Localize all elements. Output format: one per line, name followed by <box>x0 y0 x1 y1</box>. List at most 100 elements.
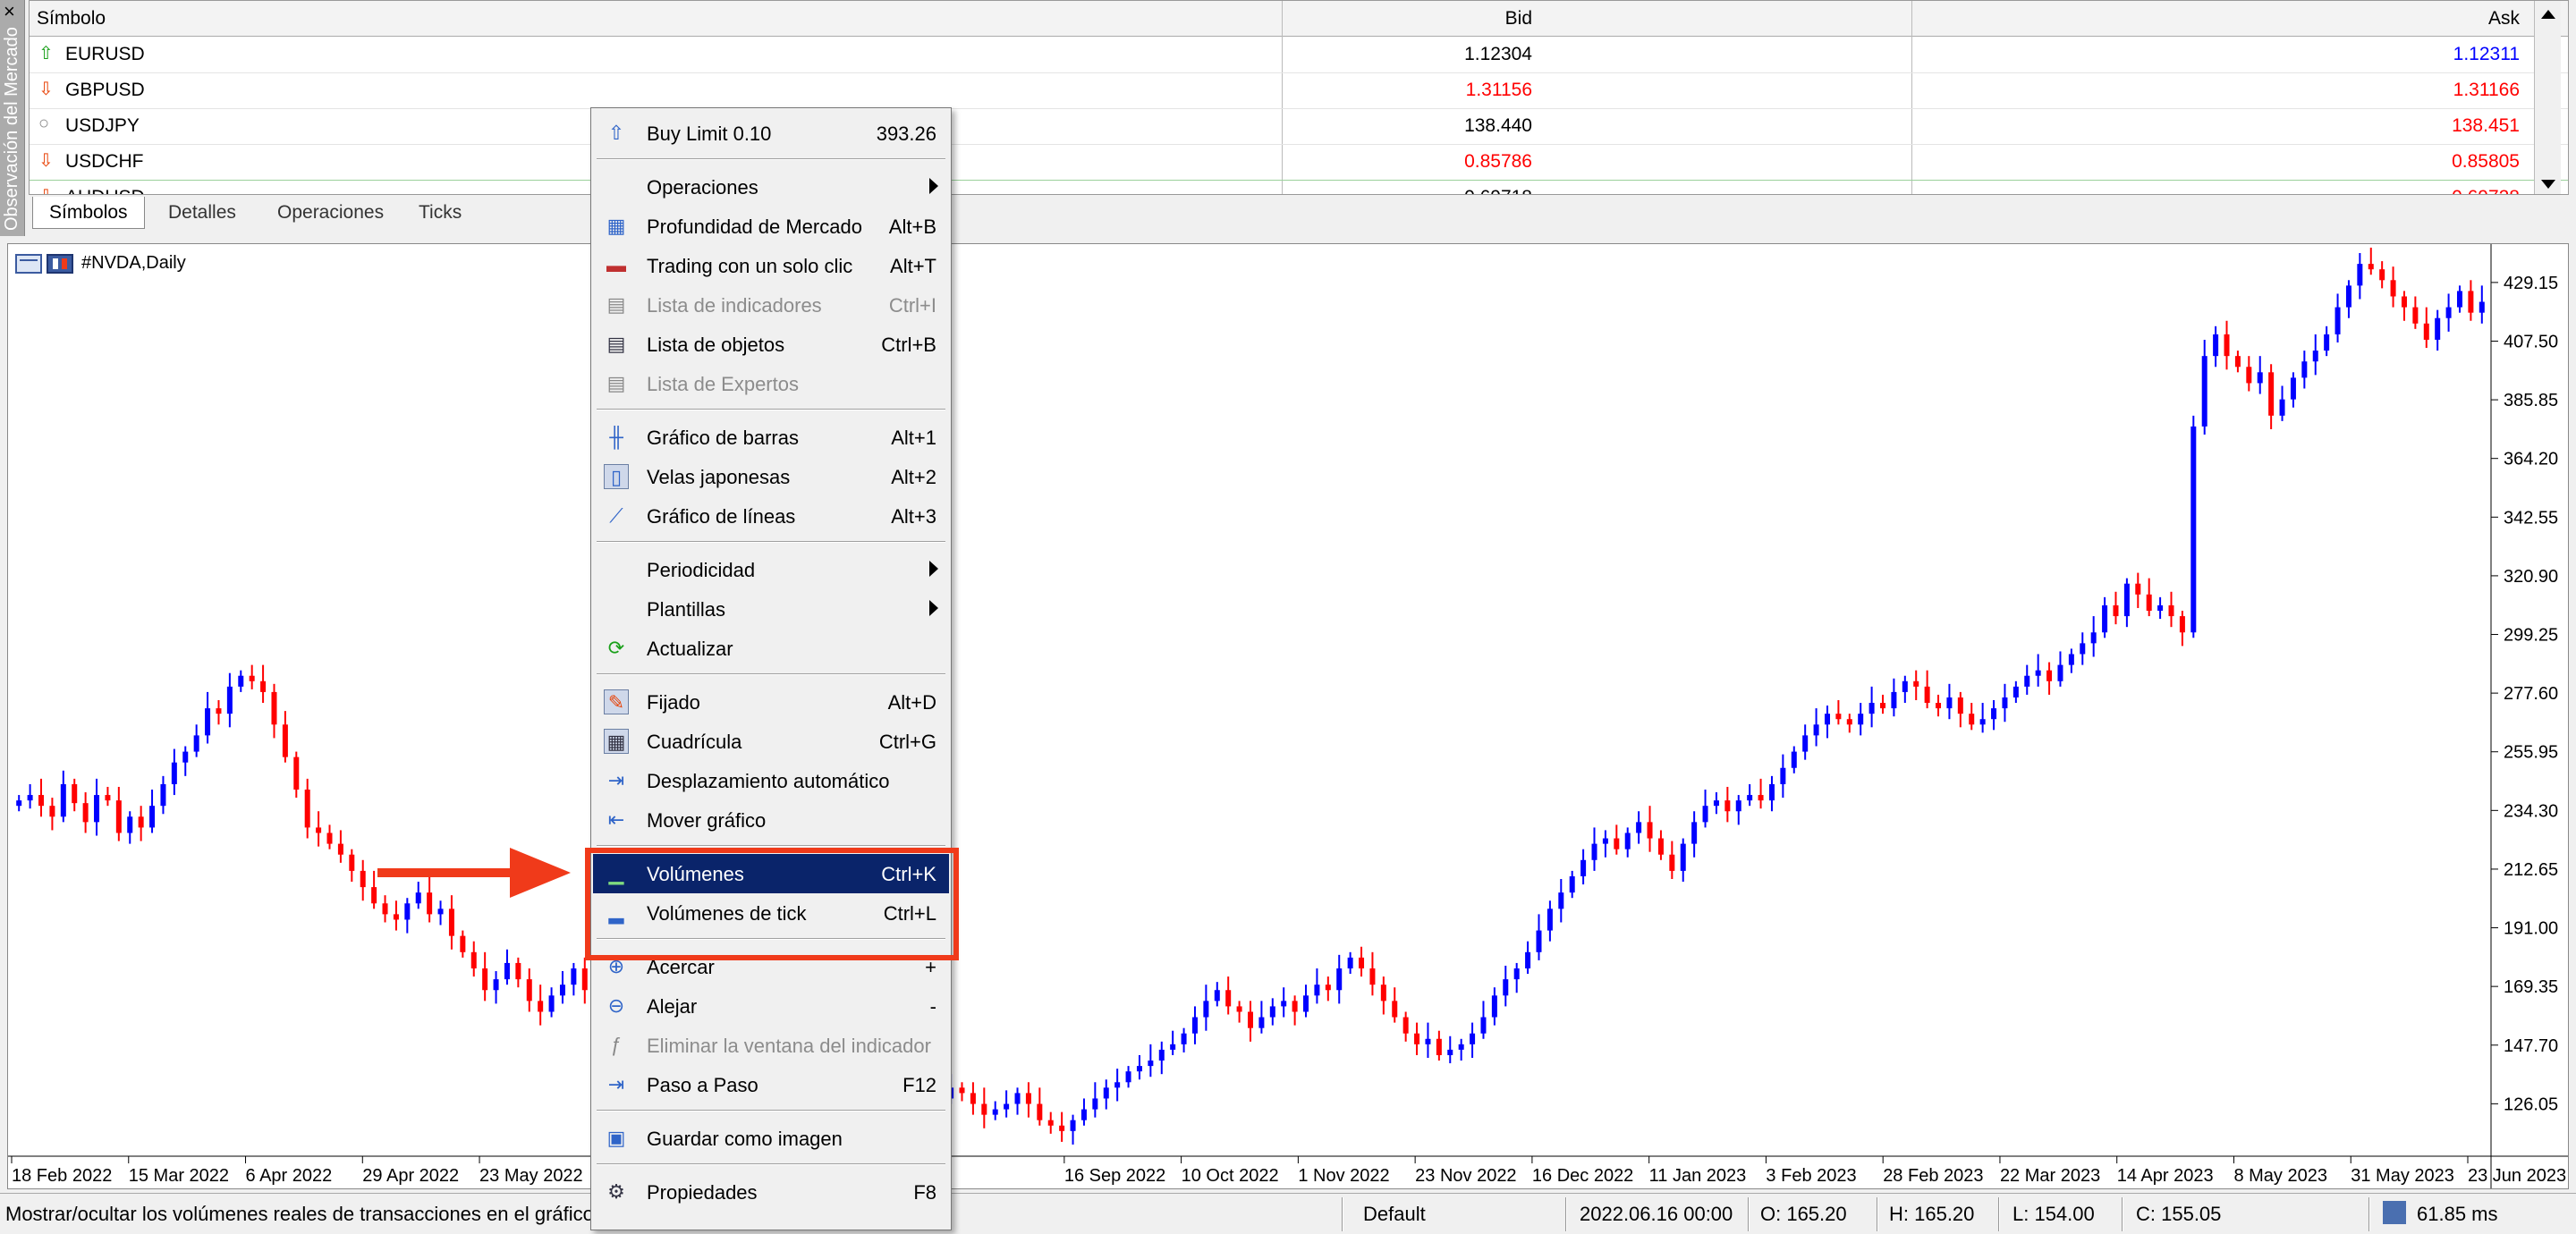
candle-body <box>2379 269 2385 281</box>
tab-symbols[interactable]: Símbolos <box>32 197 145 229</box>
tab-ticks[interactable]: Ticks <box>402 197 478 229</box>
symbol-cell: USDJPY <box>65 115 140 136</box>
menu-item-label: Trading con un solo clic <box>647 255 853 277</box>
candle-body <box>515 962 521 980</box>
menu-item-alejar[interactable]: ⊖ Alejar - <box>593 986 949 1026</box>
candle-body <box>2334 307 2341 334</box>
status-ping: 61.85 ms <box>2417 1203 2498 1225</box>
candle-body <box>981 1103 987 1115</box>
candle-body <box>2123 583 2130 617</box>
market-watch-vertical-title: Observación del Mercado <box>2 27 21 231</box>
menu-item-propiedades[interactable]: ⚙ Propiedades F8 <box>593 1172 949 1212</box>
candle-body <box>538 1001 544 1012</box>
market-depth-icon: ▦ <box>606 215 626 237</box>
menu-item-lista-de-objetos[interactable]: ▤ Lista de objetos Ctrl+B <box>593 325 949 364</box>
vertical-scrollbar[interactable] <box>2534 1 2561 194</box>
candle-body <box>1647 822 1653 839</box>
candle-body <box>992 1109 998 1115</box>
tab-operations[interactable]: Operaciones <box>261 197 400 229</box>
menu-item-desplazamiento-automatico[interactable]: ⇥ Desplazamiento automático <box>593 761 949 800</box>
column-symbol[interactable]: Símbolo <box>37 8 106 30</box>
x-tick-label: 6 Apr 2022 <box>246 1166 333 1186</box>
candle-body <box>326 833 333 844</box>
status-bar: Mostrar/ocultar los volúmenes reales de … <box>0 1193 2576 1234</box>
menu-item-actualizar[interactable]: ⟳ Actualizar <box>593 629 949 668</box>
candle-body <box>1713 800 1719 807</box>
scroll-down-icon[interactable] <box>2541 180 2555 189</box>
bid-cell: 1.12304 <box>1464 44 1532 64</box>
menu-item-plantillas[interactable]: Plantillas <box>593 589 949 629</box>
menu-item-label: Cuadrícula <box>647 731 742 753</box>
table-row[interactable]: ⇩ AUDUSD 0.69718 0.69728 <box>30 180 2568 194</box>
table-row[interactable]: ○ USDJPY 138.440 138.451 <box>30 108 2568 144</box>
menu-item-label: Paso a Paso <box>647 1074 758 1096</box>
candle-body <box>1425 1038 1431 1044</box>
candle-body <box>2368 264 2374 270</box>
menu-item-shortcut: 393.26 <box>876 123 936 145</box>
connection-icon[interactable] <box>2383 1201 2406 1224</box>
candle-body <box>1491 995 1497 1018</box>
candle-body <box>1480 1017 1487 1034</box>
chart-shift-icon: ⇤ <box>607 808 625 831</box>
candle-body <box>1470 1033 1476 1044</box>
candle-body <box>1325 985 1331 991</box>
menu-item-buy-limit-0-10[interactable]: ⇧ Buy Limit 0.10 393.26 <box>593 114 949 153</box>
status-profile[interactable]: Default <box>1363 1203 1426 1226</box>
tab-details[interactable]: Detalles <box>152 197 252 229</box>
candle-body <box>393 914 399 920</box>
menu-item-label: Gráfico de líneas <box>647 505 796 528</box>
candle-body <box>1936 703 1942 709</box>
candle-body <box>1602 838 1608 844</box>
candle-body <box>1902 680 1908 692</box>
y-tick-label: 429.15 <box>2504 274 2558 293</box>
column-ask[interactable]: Ask <box>2488 8 2520 30</box>
menu-item-mover-grafico[interactable]: ⇤ Mover gráfico <box>593 800 949 840</box>
table-row[interactable]: ⇩ GBPUSD 1.31156 1.31166 <box>30 72 2568 108</box>
candle-body <box>360 870 366 888</box>
menu-item-shortcut: Alt+D <box>887 691 936 714</box>
ask-cell: 138.451 <box>2452 115 2520 136</box>
buy-limit-icon: ⇧ <box>607 122 625 144</box>
menu-item-guardar-como-imagen[interactable]: ▣ Guardar como imagen <box>593 1119 949 1158</box>
candle-body <box>1780 767 1786 784</box>
menu-item-operaciones[interactable]: Operaciones <box>593 167 949 207</box>
candle-body <box>1347 957 1353 968</box>
column-bid[interactable]: Bid <box>1505 8 1532 30</box>
x-tick-label: 18 Feb 2022 <box>12 1166 112 1186</box>
menu-item-paso-a-paso[interactable]: ⇥ Paso a Paso F12 <box>593 1065 949 1104</box>
scroll-up-icon[interactable] <box>2541 10 2555 19</box>
candle-body <box>460 935 466 952</box>
price-chart[interactable]: #NVDA,Daily 429.15 407.50 385.85 364.20 342.… <box>7 243 2569 1189</box>
menu-item-shortcut: Ctrl+B <box>881 334 936 356</box>
table-row[interactable]: ⇧ EURUSD 1.12304 1.12311 <box>30 37 2568 72</box>
x-tick-label: 23 May 2022 <box>479 1166 583 1186</box>
candle-body <box>2046 670 2053 681</box>
ask-cell: 0.69728 <box>2452 187 2520 194</box>
menu-separator <box>597 409 945 410</box>
menu-item-cuadricula[interactable]: ▦ Cuadrícula Ctrl+G <box>593 722 949 761</box>
symbol-cell: AUDUSD <box>65 187 145 194</box>
table-row[interactable]: ⇩ USDCHF 0.85786 0.85805 <box>30 144 2568 180</box>
submenu-arrow-icon <box>929 600 938 616</box>
candlestick-plot[interactable]: 429.15 407.50 385.85 364.20 342.55 320.90 299.… <box>8 244 2568 1188</box>
menu-item-periodicidad[interactable]: Periodicidad <box>593 550 949 589</box>
candle-body <box>260 680 267 692</box>
menu-item-profundidad-de-mercado[interactable]: ▦ Profundidad de Mercado Alt+B <box>593 207 949 246</box>
candle-body <box>2002 697 2008 709</box>
candle-body <box>2068 654 2074 665</box>
market-watch-title-bar[interactable]: × Observación del Mercado <box>0 0 25 236</box>
candle-body <box>2312 351 2318 362</box>
candle-body <box>1758 795 1764 801</box>
candle-body <box>16 800 22 807</box>
candle-body <box>1546 909 1553 931</box>
y-tick-label: 342.55 <box>2504 508 2558 528</box>
menu-item-fijado[interactable]: ✎ Fijado Alt+D <box>593 682 949 722</box>
menu-item-velas-japonesas[interactable]: ▯ Velas japonesas Alt+2 <box>593 457 949 496</box>
candle-body <box>94 795 100 823</box>
menu-item-grafico-de-lineas[interactable]: ⟋ Gráfico de líneas Alt+3 <box>593 496 949 536</box>
menu-item-grafico-de-barras[interactable]: ╫ Gráfico de barras Alt+1 <box>593 418 949 457</box>
symbol-cell: EURUSD <box>65 44 145 64</box>
menu-item-trading-con-un-solo-clic[interactable]: ▬ Trading con un solo clic Alt+T <box>593 246 949 285</box>
candle-body <box>1979 719 1986 725</box>
menu-item-label: Desplazamiento automático <box>647 770 890 792</box>
